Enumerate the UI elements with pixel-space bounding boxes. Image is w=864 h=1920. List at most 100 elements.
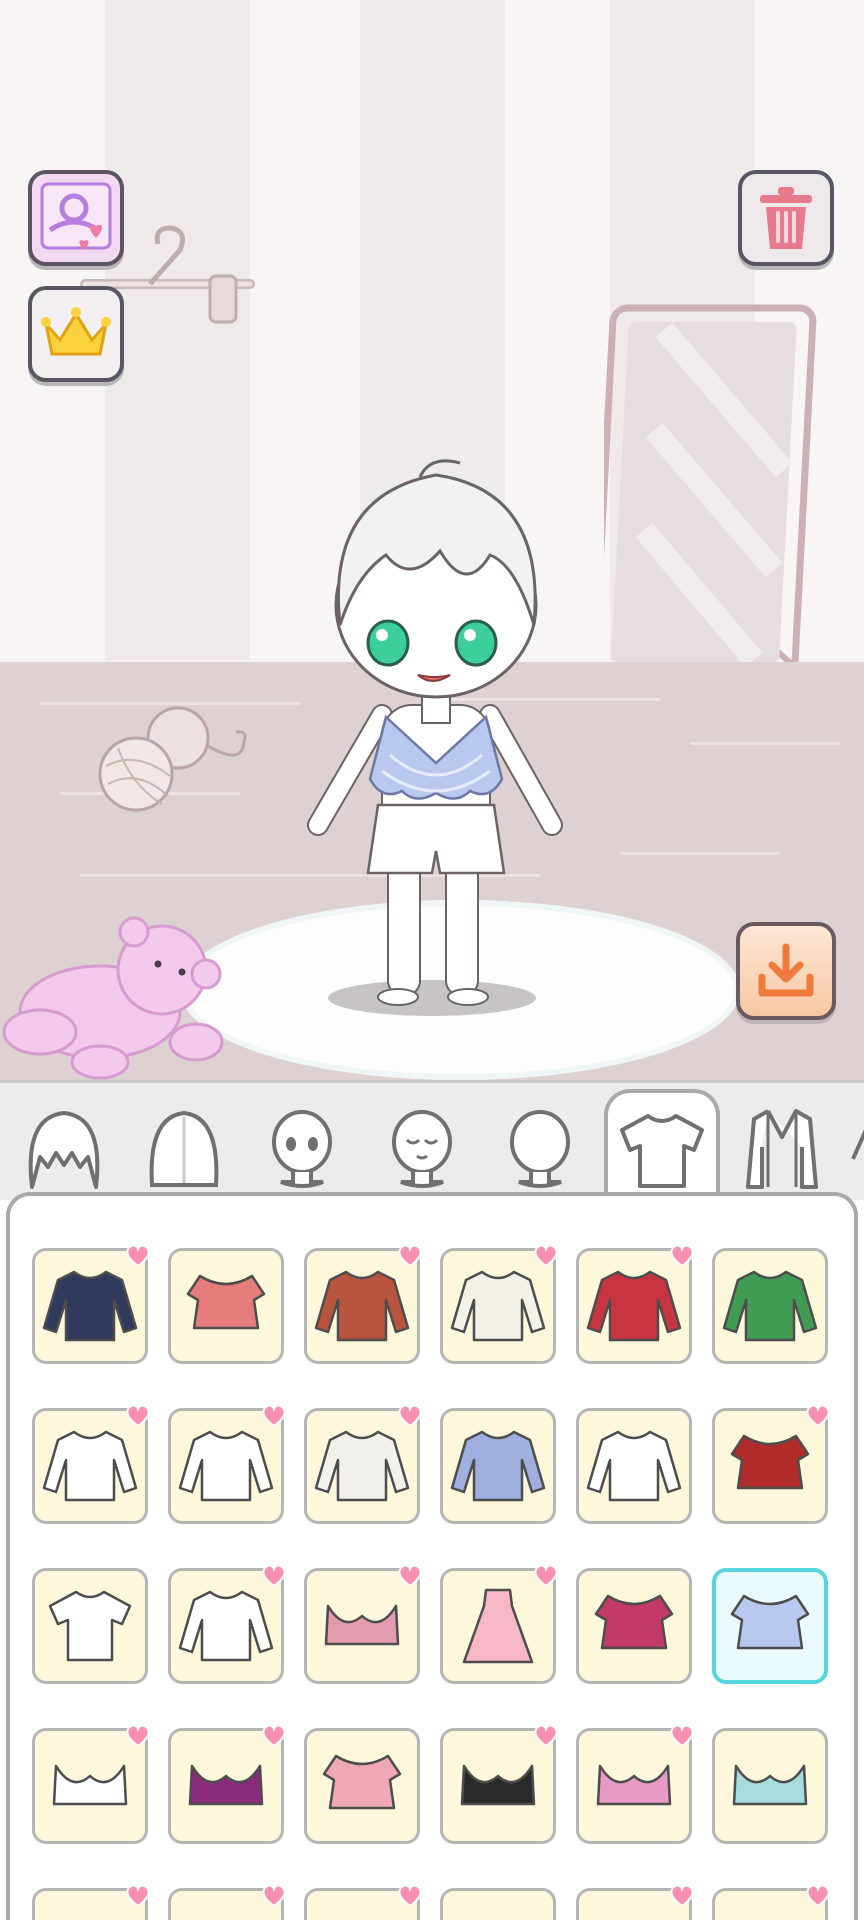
tab-tops[interactable] bbox=[604, 1089, 720, 1207]
favorite-heart-icon bbox=[126, 1724, 150, 1748]
clothing-item-blue-ruffle-top[interactable] bbox=[712, 1568, 828, 1684]
tab-mouth[interactable] bbox=[376, 1101, 468, 1197]
favorite-heart-icon bbox=[534, 1244, 558, 1268]
favorite-heart-icon bbox=[262, 1724, 286, 1748]
white-bow-blouse-icon bbox=[178, 1430, 274, 1502]
trash-icon bbox=[760, 187, 812, 249]
clothing-item-pink-halter-top[interactable] bbox=[304, 1564, 422, 1684]
clothing-item-black-lace-bra[interactable] bbox=[440, 1724, 558, 1844]
clothing-item-partial[interactable] bbox=[32, 1884, 150, 1920]
clothing-item-partial[interactable] bbox=[576, 1884, 694, 1920]
clothing-item-sailor-jacket[interactable] bbox=[32, 1244, 150, 1364]
clothing-item-mint-bikini-top[interactable] bbox=[712, 1728, 828, 1844]
vip-button[interactable] bbox=[28, 286, 124, 382]
clothing-item-blue-puff-blouse[interactable] bbox=[440, 1408, 556, 1524]
clothing-item-green-floral-wrap[interactable] bbox=[712, 1248, 828, 1364]
clothing-item-partial[interactable] bbox=[304, 1884, 422, 1920]
clothing-item-white-button-shirt[interactable] bbox=[32, 1404, 150, 1524]
clothing-item-pink-slip-dress[interactable] bbox=[440, 1564, 558, 1684]
favorite-heart-icon bbox=[670, 1724, 694, 1748]
cable-knit-sweater-icon bbox=[314, 1430, 410, 1502]
favorite-heart-icon bbox=[534, 1724, 558, 1748]
clothing-item-purple-bandeau[interactable] bbox=[168, 1724, 286, 1844]
white-button-shirt-icon bbox=[42, 1430, 138, 1502]
clothing-item-partial[interactable] bbox=[712, 1884, 830, 1920]
sailor-jacket-icon bbox=[42, 1270, 138, 1342]
face-base-icon bbox=[510, 1110, 570, 1188]
yarn-balls-decoration bbox=[98, 706, 247, 812]
crown-icon bbox=[41, 307, 111, 356]
clothing-item-pink-crop-sweater[interactable] bbox=[168, 1248, 284, 1364]
favorite-heart-icon bbox=[262, 1564, 286, 1588]
brown-bell-sleeve-icon bbox=[314, 1270, 410, 1342]
clothing-item-partial[interactable] bbox=[440, 1888, 556, 1920]
clothing-item-magenta-peplum-top[interactable] bbox=[576, 1568, 692, 1684]
diary-button[interactable] bbox=[28, 170, 124, 266]
magenta-peplum-top-icon bbox=[594, 1594, 674, 1650]
clothing-item-white-vneck-sweater[interactable] bbox=[440, 1244, 558, 1364]
clothing-item-sailor-uniform[interactable] bbox=[168, 1564, 286, 1684]
white-tshirt-icon bbox=[48, 1590, 132, 1662]
pink-crop-sweater-icon bbox=[186, 1274, 266, 1330]
red-trim-blouse-icon bbox=[586, 1430, 682, 1502]
pink-halter-top-icon bbox=[324, 1604, 400, 1646]
tab-jackets[interactable] bbox=[736, 1101, 828, 1197]
favorite-heart-icon bbox=[670, 1884, 694, 1908]
favorite-heart-icon bbox=[398, 1244, 422, 1268]
pink-pattern-bra-icon bbox=[596, 1764, 672, 1806]
clothing-item-red-cardigan[interactable] bbox=[576, 1244, 694, 1364]
favorite-heart-icon bbox=[806, 1404, 830, 1428]
blue-puff-blouse-icon bbox=[450, 1430, 546, 1502]
tab-eyes[interactable] bbox=[256, 1101, 348, 1197]
download-icon bbox=[758, 943, 814, 997]
heart-diary-icon bbox=[40, 182, 112, 250]
tshirt-icon bbox=[620, 1114, 704, 1188]
teddy-bear-decoration bbox=[2, 916, 224, 1080]
clothing-items-panel[interactable] bbox=[6, 1192, 858, 1920]
character-avatar[interactable] bbox=[290, 455, 580, 1015]
favorite-heart-icon bbox=[126, 1404, 150, 1428]
favorite-heart-icon bbox=[126, 1244, 150, 1268]
favorite-heart-icon bbox=[806, 1884, 830, 1908]
face-eyes-icon bbox=[272, 1110, 332, 1188]
black-lace-bra-icon bbox=[460, 1764, 536, 1806]
clothing-item-white-sports-bra[interactable] bbox=[32, 1724, 150, 1844]
white-vneck-sweater-icon bbox=[450, 1270, 546, 1342]
partial-icon bbox=[851, 1129, 864, 1160]
clothing-item-red-trim-blouse[interactable] bbox=[576, 1408, 692, 1524]
clothing-item-brown-bell-sleeve[interactable] bbox=[304, 1244, 422, 1364]
sailor-uniform-icon bbox=[178, 1590, 274, 1662]
favorite-heart-icon bbox=[670, 1244, 694, 1268]
clothing-item-pink-bow-top[interactable] bbox=[304, 1728, 420, 1844]
tab-hair-front[interactable] bbox=[18, 1101, 110, 1197]
trash-button[interactable] bbox=[738, 170, 834, 266]
dressing-room-scene bbox=[0, 0, 864, 1080]
tab-face[interactable] bbox=[494, 1101, 586, 1197]
clothing-item-partial[interactable] bbox=[168, 1884, 286, 1920]
clothing-item-white-tshirt[interactable] bbox=[32, 1568, 148, 1684]
favorite-heart-icon bbox=[126, 1884, 150, 1908]
tab-hair-back[interactable] bbox=[138, 1101, 230, 1197]
pink-bow-top-icon bbox=[322, 1754, 402, 1810]
favorite-heart-icon bbox=[398, 1564, 422, 1588]
clothing-item-pink-pattern-bra[interactable] bbox=[576, 1724, 694, 1844]
favorite-heart-icon bbox=[398, 1404, 422, 1428]
favorite-heart-icon bbox=[262, 1404, 286, 1428]
blue-ruffle-top-icon bbox=[730, 1594, 810, 1650]
save-button[interactable] bbox=[736, 922, 836, 1020]
tab-more[interactable] bbox=[846, 1101, 864, 1197]
hair-bangs-icon bbox=[28, 1111, 100, 1189]
clothing-item-white-bow-blouse[interactable] bbox=[168, 1404, 286, 1524]
red-cardigan-icon bbox=[586, 1270, 682, 1342]
clothing-item-red-crop-top[interactable] bbox=[712, 1404, 830, 1524]
favorite-heart-icon bbox=[398, 1884, 422, 1908]
white-sports-bra-icon bbox=[52, 1764, 128, 1806]
favorite-heart-icon bbox=[262, 1884, 286, 1908]
standing-mirror-decoration bbox=[604, 304, 817, 683]
pink-slip-dress-icon bbox=[462, 1588, 534, 1664]
purple-bandeau-icon bbox=[188, 1764, 264, 1806]
face-mouth-icon bbox=[392, 1110, 452, 1188]
mint-bikini-top-icon bbox=[732, 1764, 808, 1806]
category-tab-bar bbox=[0, 1080, 864, 1207]
clothing-item-cable-knit-sweater[interactable] bbox=[304, 1404, 422, 1524]
